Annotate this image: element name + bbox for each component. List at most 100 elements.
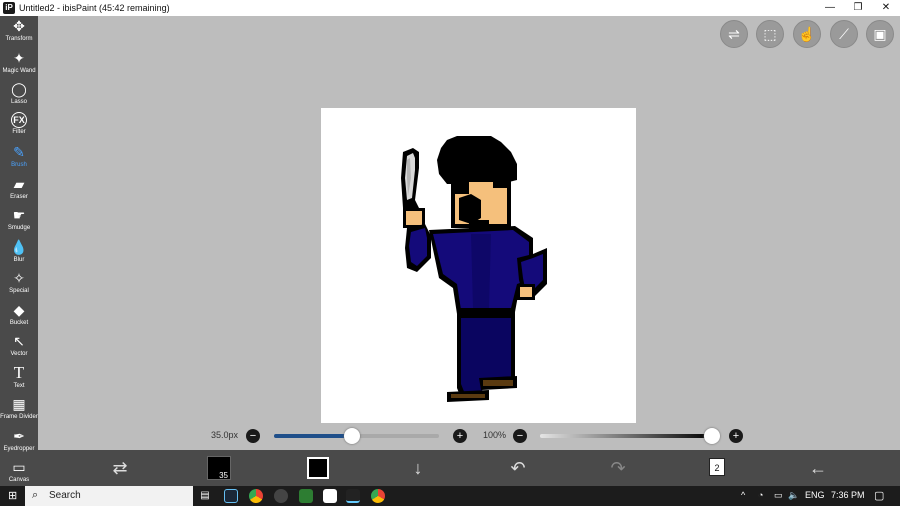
app-taskbar-icon[interactable] <box>299 489 313 503</box>
drawing-canvas[interactable] <box>321 108 636 423</box>
tool-blur[interactable]: 💧 Blur <box>0 237 38 269</box>
swap-colors-button[interactable]: ⇄ <box>108 456 132 480</box>
hand-button[interactable]: ☝ <box>793 20 821 48</box>
brush-size-number: 35 <box>219 471 228 480</box>
task-view-button[interactable]: ▤ <box>198 489 212 503</box>
tool-eyedropper[interactable]: ✒ Eyedropper <box>0 426 38 458</box>
ruler-button[interactable]: ⟋ <box>830 20 858 48</box>
selection-icon: ⬚ <box>763 26 777 42</box>
selection-button[interactable]: ⬚ <box>756 20 784 48</box>
tool-vector[interactable]: ↖ Vector <box>0 331 38 363</box>
tool-label: Filter <box>12 129 26 135</box>
chrome-taskbar-icon[interactable] <box>249 489 263 503</box>
tool-frame-divider[interactable]: ▦ Frame Divider <box>0 394 38 426</box>
blur-icon: 💧 <box>10 239 28 255</box>
tool-eraser[interactable]: ▰ Eraser <box>0 174 38 206</box>
canvas-icon: ▭ <box>12 459 26 475</box>
opacity-plus-button[interactable]: + <box>729 429 743 443</box>
tool-filter[interactable]: FX Filter <box>0 111 38 143</box>
app-taskbar-icon[interactable] <box>274 489 288 503</box>
tool-smudge[interactable]: ☛ Smudge <box>0 205 38 237</box>
taskbar-search[interactable]: ⌕ Search <box>25 486 193 506</box>
windows-icon: ⊞ <box>8 490 18 502</box>
opacity-slider[interactable] <box>540 434 712 438</box>
redo-button[interactable]: ↷ <box>606 456 630 480</box>
tool-label: Bucket <box>9 320 29 326</box>
tool-magic-wand[interactable]: ✦ Magic Wand <box>0 48 38 80</box>
tool-brush[interactable]: ✎ Brush <box>0 142 38 174</box>
smudge-icon: ☛ <box>12 207 26 223</box>
eyedropper-icon: ✒ <box>13 428 25 444</box>
tool-label: Brush <box>11 162 27 168</box>
layers-button[interactable]: 2 <box>709 458 725 476</box>
swap-colors-icon: ⇄ <box>112 458 128 478</box>
tool-transform[interactable]: ✥ Transform <box>0 16 38 48</box>
ruler-icon: ⟋ <box>839 26 849 42</box>
tool-label: Vector <box>10 351 28 357</box>
tray-chevron-icon[interactable]: ^ <box>741 490 745 500</box>
color-swatch-button[interactable] <box>307 457 329 479</box>
steam-taskbar-icon[interactable] <box>224 489 238 503</box>
filter-icon: FX <box>11 112 27 128</box>
download-button[interactable]: ↓ <box>406 456 430 480</box>
bucket-icon: ◆ <box>13 302 25 318</box>
start-button[interactable]: ⊞ <box>8 490 20 502</box>
tool-special[interactable]: ✧ Special <box>0 268 38 300</box>
bottom-toolbar: ⇄ 35 ↓ ↶ ↷ 2 ← <box>38 450 900 486</box>
tool-label: Blur <box>13 257 25 263</box>
language-indicator[interactable]: ENG <box>805 490 825 500</box>
brush-size-minus-button[interactable]: − <box>246 429 260 443</box>
hand-icon: ☝ <box>798 26 816 42</box>
tool-label: Eraser <box>10 194 28 200</box>
undo-button[interactable]: ↶ <box>506 456 530 480</box>
search-placeholder: Search <box>49 490 81 501</box>
volume-icon[interactable]: 🔈 <box>788 490 799 501</box>
tool-label: Text <box>13 383 25 389</box>
app-window: iP Untitled2 - ibisPaint (45:42 remainin… <box>0 0 900 506</box>
text-icon: T <box>13 363 25 382</box>
brush-size-slider-fill <box>274 434 352 438</box>
tool-label: Canvas <box>8 477 30 483</box>
arrow-down-icon: ↓ <box>413 458 423 478</box>
notifications-icon[interactable]: ▢ <box>874 489 884 502</box>
vector-icon: ↖ <box>13 333 25 349</box>
tool-text[interactable]: T Text <box>0 363 38 395</box>
tool-lasso[interactable]: ◯ Lasso <box>0 79 38 111</box>
chrome-taskbar-icon[interactable] <box>371 489 385 503</box>
redo-icon: ↷ <box>610 458 626 478</box>
reference-button[interactable]: ▣ <box>866 20 894 48</box>
restore-button[interactable]: ❐ <box>844 0 872 16</box>
tool-canvas[interactable]: ▭ Canvas <box>0 457 38 486</box>
brush-preview-button[interactable]: 35 <box>207 456 231 480</box>
brush-size-plus-button[interactable]: + <box>453 429 467 443</box>
opacity-minus-button[interactable]: − <box>513 429 527 443</box>
lasso-icon: ◯ <box>11 81 27 97</box>
clock[interactable]: 7:36 PM <box>831 490 865 500</box>
task-view-icon: ▤ <box>200 490 210 501</box>
brush-size-label: 35.0px <box>211 430 239 440</box>
close-button[interactable]: ✕ <box>872 0 900 16</box>
tool-label: Frame Divider <box>0 414 38 420</box>
minimize-button[interactable]: — <box>816 0 844 16</box>
window-controls: — ❐ ✕ <box>816 0 900 16</box>
undo-icon: ↶ <box>510 458 526 478</box>
window-title: Untitled2 - ibisPaint (45:42 remaining) <box>19 3 170 13</box>
brush-size-slider-knob[interactable] <box>343 428 360 444</box>
store-taskbar-icon[interactable] <box>323 489 337 503</box>
brush-icon: ✎ <box>13 144 25 160</box>
tool-label: Lasso <box>10 99 27 105</box>
os-taskbar: ⊞ ⌕ Search ▤ ^ ◔ ▭ 🔈 ENG 7:36 PM ▢ <box>0 486 900 506</box>
frame-divider-icon: ▦ <box>12 396 26 412</box>
reference-icon: ▣ <box>873 26 887 42</box>
tool-bucket[interactable]: ◆ Bucket <box>0 300 38 332</box>
tool-label: Eyedropper <box>3 446 35 452</box>
toggle-panels-button[interactable]: ⇌ <box>720 20 748 48</box>
battery-icon[interactable]: ▭ <box>774 490 783 501</box>
tool-palette: ✥ Transform ✦ Magic Wand ◯ Lasso FX Filter ✎… <box>0 16 38 486</box>
opacity-slider-knob[interactable] <box>704 428 720 444</box>
search-icon: ⌕ <box>32 489 39 501</box>
title-bar: iP Untitled2 - ibisPaint (45:42 remainin… <box>0 0 900 16</box>
ibispaint-taskbar-icon[interactable] <box>346 489 360 503</box>
wifi-icon[interactable]: ◔ <box>758 490 763 500</box>
back-button[interactable]: ← <box>806 456 830 480</box>
